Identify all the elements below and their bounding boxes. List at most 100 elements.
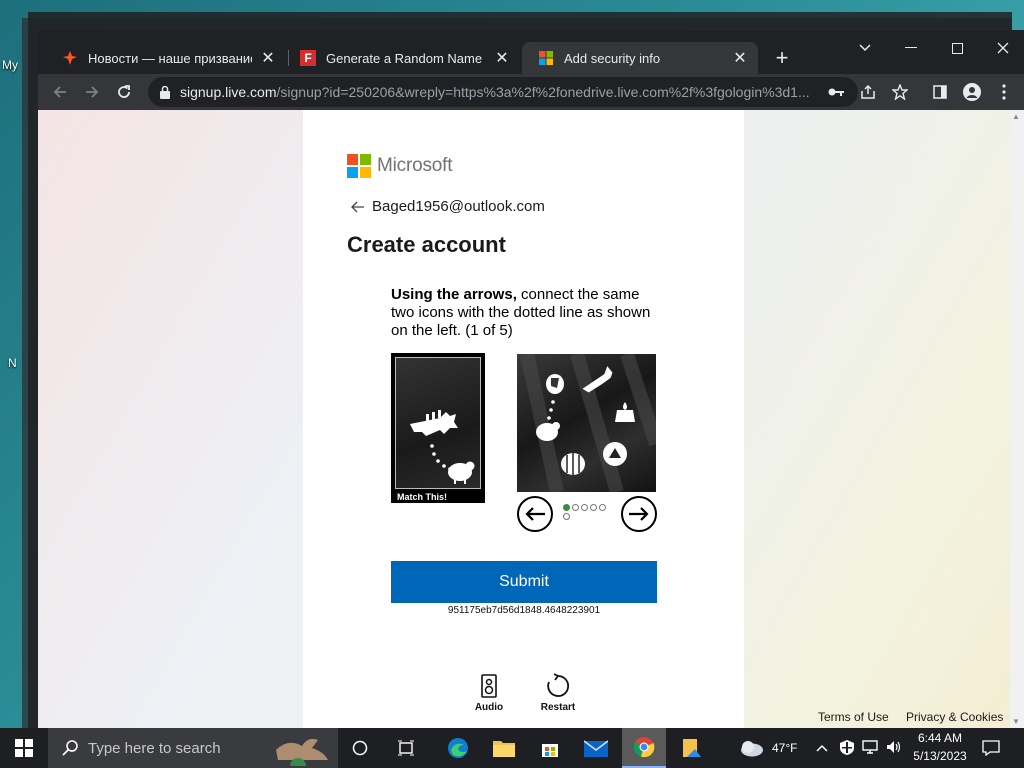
address-bar[interactable]: signup.live.com/signup?id=250206&wreply=… bbox=[148, 77, 858, 107]
profile-button[interactable] bbox=[958, 78, 986, 106]
minimize-icon bbox=[905, 47, 917, 48]
clock-date[interactable]: 5/13/2023 bbox=[908, 749, 972, 763]
search-placeholder: Type here to search bbox=[88, 739, 221, 757]
tab-search-button[interactable] bbox=[842, 34, 888, 62]
forward-button[interactable] bbox=[78, 78, 106, 106]
captcha-frame: Using the arrows, connect the same two i… bbox=[373, 270, 673, 728]
close-icon[interactable]: ✕ bbox=[494, 50, 510, 67]
menu-button[interactable] bbox=[990, 78, 1018, 106]
news-favicon-icon bbox=[62, 50, 78, 66]
taskbar-chrome[interactable] bbox=[622, 728, 666, 768]
task-view-button[interactable] bbox=[338, 728, 382, 768]
timeline-icon bbox=[398, 740, 414, 756]
back-to-email[interactable]: Baged1956@outlook.com bbox=[351, 198, 545, 215]
clock-time[interactable]: 6:44 AM bbox=[912, 731, 968, 745]
tab-title: Add security info bbox=[564, 50, 661, 66]
browser-toolbar: signup.live.com/signup?id=250206&wreply=… bbox=[38, 74, 1024, 110]
chrome-icon bbox=[633, 737, 655, 758]
account-email: Baged1956@outlook.com bbox=[372, 198, 545, 215]
progress-dots bbox=[563, 504, 611, 520]
taskbar: Type here to search 47°F 6:44 AM 5/13/20… bbox=[0, 728, 1024, 768]
weather-icon[interactable] bbox=[738, 739, 764, 760]
scroll-down-icon[interactable]: ▼ bbox=[1012, 717, 1020, 726]
reload-button[interactable] bbox=[110, 78, 138, 106]
url-domain: signup.live.com bbox=[180, 84, 277, 100]
task-view-icon bbox=[352, 740, 368, 756]
start-button[interactable] bbox=[0, 728, 48, 768]
security-shield-icon[interactable] bbox=[840, 740, 854, 758]
side-panel-button[interactable] bbox=[926, 78, 954, 106]
maximize-button[interactable] bbox=[934, 34, 980, 62]
tab-add-security-info[interactable]: Add security info ✕ bbox=[522, 42, 758, 74]
url-path: /signup?id=250206&wreply=https%3a%2f%2fo… bbox=[276, 84, 810, 100]
back-button[interactable] bbox=[46, 78, 74, 106]
bookmark-button[interactable] bbox=[886, 78, 914, 106]
audio-label: Audio bbox=[474, 702, 504, 713]
share-button[interactable] bbox=[854, 78, 882, 106]
browser-window: Новости — наше призвание на ✕ F Generate… bbox=[38, 30, 1024, 728]
maximize-icon bbox=[951, 42, 963, 54]
taskbar-store[interactable] bbox=[528, 728, 572, 768]
page-viewport: Microsoft Baged1956@outlook.com Create a… bbox=[38, 110, 1024, 728]
privacy-cookies-link[interactable]: Privacy & Cookies bbox=[906, 710, 1003, 724]
taskbar-file-explorer[interactable] bbox=[482, 728, 526, 768]
audio-button[interactable]: Audio bbox=[459, 672, 519, 713]
file-chart-icon bbox=[683, 739, 701, 757]
tab-strip: Новости — наше призвание на ✕ F Generate… bbox=[38, 30, 1024, 74]
progress-dot bbox=[572, 504, 579, 511]
puzzle-lamb-icon-1 bbox=[546, 374, 564, 394]
microsoft-logo: Microsoft bbox=[347, 154, 452, 178]
close-icon[interactable]: ✕ bbox=[732, 50, 748, 67]
taskbar-mail[interactable] bbox=[574, 728, 618, 768]
folder-icon bbox=[493, 741, 515, 757]
reload-icon bbox=[118, 85, 130, 98]
tab-title: Новости — наше призвание на bbox=[88, 50, 252, 66]
close-window-button[interactable] bbox=[980, 34, 1024, 62]
key-icon bbox=[828, 88, 844, 96]
star-icon bbox=[892, 84, 908, 100]
restart-button[interactable]: Restart bbox=[528, 672, 588, 713]
minimize-button[interactable] bbox=[888, 34, 934, 62]
chevron-up-icon[interactable] bbox=[816, 740, 828, 755]
volume-icon[interactable] bbox=[886, 740, 902, 757]
sample-picture bbox=[395, 357, 481, 489]
notification-icon[interactable] bbox=[982, 740, 1000, 759]
next-arrow-button[interactable] bbox=[621, 496, 657, 532]
tab-fake-name-generator[interactable]: F Generate a Random Name - Fake ✕ bbox=[284, 42, 520, 74]
chevron-down-icon bbox=[859, 44, 871, 52]
weather-temperature[interactable]: 47°F bbox=[772, 741, 797, 755]
puzzle-house-icon bbox=[603, 442, 627, 466]
progress-dot bbox=[581, 504, 588, 511]
lock-icon bbox=[160, 85, 170, 99]
microsoft-logo-icon bbox=[347, 154, 371, 178]
arrow-left-icon bbox=[53, 86, 66, 98]
close-icon bbox=[997, 42, 1009, 54]
scroll-up-icon[interactable]: ▲ bbox=[1012, 112, 1020, 121]
submit-button[interactable]: Submit bbox=[391, 561, 657, 603]
close-icon[interactable]: ✕ bbox=[260, 50, 276, 67]
arrow-left-icon bbox=[351, 201, 364, 212]
progress-dot bbox=[563, 504, 570, 511]
search-icon bbox=[62, 740, 78, 756]
tab-news[interactable]: Новости — наше призвание на ✕ bbox=[46, 42, 286, 74]
password-key-button[interactable] bbox=[822, 78, 850, 106]
progress-dot bbox=[590, 504, 597, 511]
new-tab-button[interactable]: + bbox=[768, 44, 796, 72]
desktop-label-2: N bbox=[8, 356, 17, 370]
progress-dot bbox=[563, 513, 570, 520]
windows-logo-icon bbox=[15, 739, 33, 757]
taskbar-app-file[interactable] bbox=[670, 728, 714, 768]
network-icon[interactable] bbox=[862, 740, 878, 757]
arrow-right-icon bbox=[86, 86, 99, 98]
restart-label: Restart bbox=[540, 702, 576, 713]
instruction-bold: Using the arrows, bbox=[391, 286, 517, 303]
mail-icon bbox=[584, 740, 608, 757]
widgets-button[interactable] bbox=[384, 728, 428, 768]
sample-label: Match This! bbox=[397, 492, 448, 502]
taskbar-search[interactable]: Type here to search bbox=[48, 728, 338, 768]
previous-arrow-button[interactable] bbox=[517, 496, 553, 532]
scrollbar[interactable]: ▲ ▼ bbox=[1010, 110, 1024, 728]
edge-icon bbox=[448, 738, 468, 758]
terms-of-use-link[interactable]: Terms of Use bbox=[818, 710, 889, 724]
taskbar-edge[interactable] bbox=[436, 728, 480, 768]
